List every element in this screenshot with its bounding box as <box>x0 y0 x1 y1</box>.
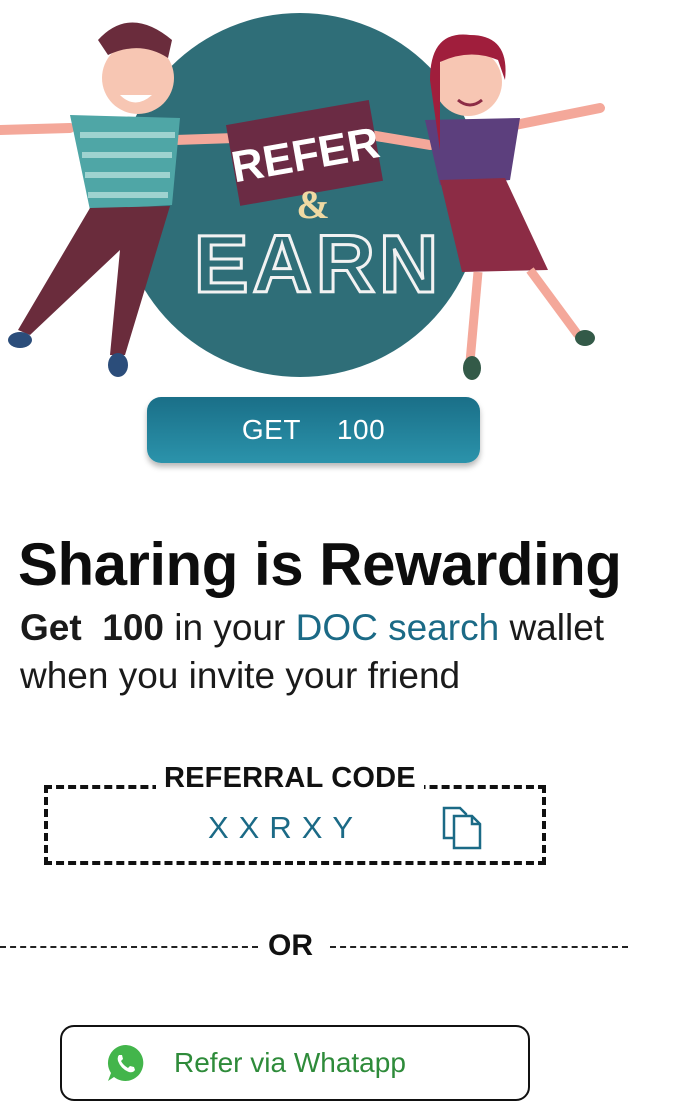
or-divider-label: OR <box>268 929 313 962</box>
divider-right <box>330 946 628 948</box>
subtitle: Get 100 in your DOC search wallet when y… <box>20 604 692 700</box>
subtitle-in-your: in your <box>174 607 286 648</box>
whatsapp-button-label: Refer via Whatapp <box>174 1047 406 1078</box>
get-reward-button[interactable]: GET 100 <box>147 397 480 463</box>
brand-name: DOC search <box>295 607 500 648</box>
get-amount: 100 <box>336 414 386 445</box>
copy-icon[interactable] <box>440 802 484 850</box>
earn-word: EARN <box>194 219 442 310</box>
subtitle-amount: 100 <box>102 607 164 648</box>
subtitle-wallet: wallet <box>509 607 605 648</box>
subtitle-get: Get <box>20 607 82 648</box>
whatsapp-icon <box>107 1045 144 1081</box>
divider-left <box>0 946 258 948</box>
referral-code-value[interactable]: XXRXY <box>208 810 363 846</box>
page-title: Sharing is Rewarding <box>18 531 622 598</box>
refer-and-earn-illustration: REFER & EARN <box>0 0 692 400</box>
get-label: GET <box>241 414 301 445</box>
referral-code-label: REFERRAL CODE <box>156 762 424 795</box>
refer-whatsapp-button[interactable]: Refer via Whatapp <box>60 1025 530 1101</box>
subtitle-line2: when you invite your friend <box>20 655 461 696</box>
